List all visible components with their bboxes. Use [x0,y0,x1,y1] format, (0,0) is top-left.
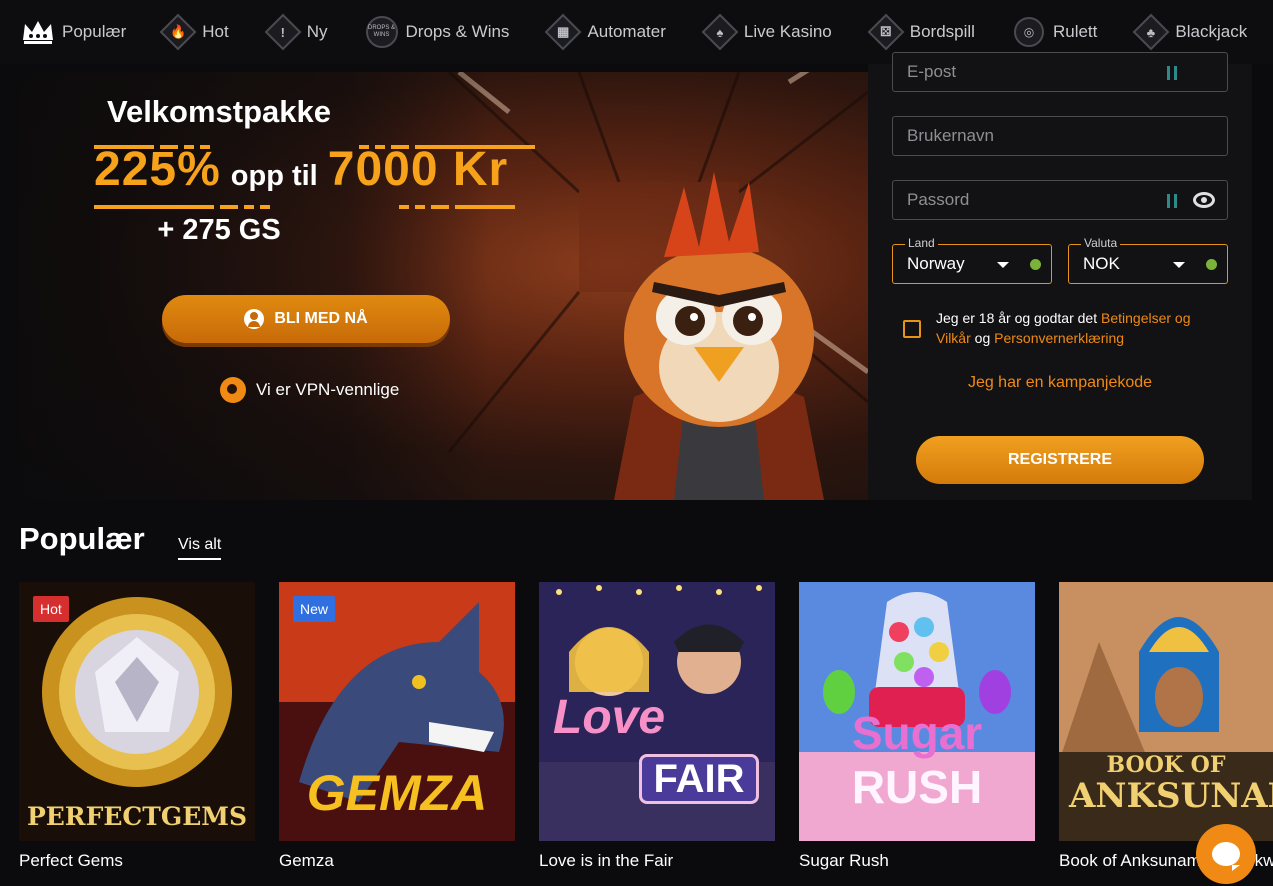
country-label: Land [905,236,938,250]
exclamation-icon: ! [264,13,302,51]
decor-dashes-right [359,136,541,149]
country-value: Norway [907,254,965,273]
currency-value: NOK [1083,254,1120,273]
nav-label: Blackjack [1175,22,1248,41]
chat-bubble-icon [1212,842,1240,871]
password-field[interactable]: Passord [892,180,1228,220]
join-now-label: BLI MED NÅ [274,310,368,327]
bonus-offer: 225% opp til 7000 Kr [94,142,508,197]
user-icon [244,309,265,329]
currency-select[interactable]: Valuta NOK [1068,236,1228,284]
nav-label: Populær [62,22,127,41]
chevron-down-icon [997,262,1009,268]
username-field[interactable]: Brukernavn [892,116,1228,156]
game-card-love-is-in-the-fair[interactable]: Love FAIR [539,582,775,841]
dice-icon: ⚄ [867,13,905,51]
bonus-mid-text: opp til [230,160,318,192]
mascot-bird-image [614,172,824,500]
nav-label: Automater [587,22,666,41]
roulette-icon: ◎ [1011,14,1047,50]
bonus-percent: 225% [94,143,221,196]
register-button[interactable]: REGISTRERE [916,436,1204,484]
nav-item-popular[interactable]: Populær [20,0,126,64]
join-now-button[interactable]: BLI MED NÅ [162,295,450,343]
globe-lock-icon [220,377,246,403]
nav-item-slots[interactable]: ▦ Automater [545,0,666,64]
welcome-title: Velkomstpakke [106,94,332,129]
game-name: Love is in the Fair [539,851,674,870]
currency-label: Valuta [1081,236,1121,250]
game-card-perfect-gems[interactable]: PERFECTGEMS Hot [19,582,255,841]
game-logo: Sugar [851,707,983,759]
decor-dashes-bottom [94,196,276,209]
game-card-gemza[interactable]: GEMZA New [279,582,515,841]
password-placeholder: Passord [907,190,970,209]
nav-item-live-casino[interactable]: ♠ Live Kasino [701,0,832,64]
nav-item-new[interactable]: ! Ny [264,0,328,64]
registration-form: E-post Brukernavn Passord Land Norway Va… [868,52,1252,500]
chat-button[interactable] [1196,824,1256,884]
hot-badge: Hot [33,596,69,622]
nav-label: Drops & Wins [405,22,510,41]
terms-checkbox[interactable] [903,320,921,338]
slot-machine-icon: ▦ [545,13,582,51]
game-logo: BOOK OF [1106,752,1226,778]
nav-label: Bordspill [909,22,975,41]
nav-item-drops-wins[interactable]: DROPS & WINS Drops & Wins [364,0,510,64]
nav-label: Hot [202,22,229,41]
valid-check-icon [1206,259,1217,270]
game-name: Perfect Gems [19,851,123,870]
nav-label: Live Kasino [743,22,832,41]
game-logo-title: ANKSUNAMUN [1069,776,1273,816]
username-placeholder: Brukernavn [907,126,994,145]
chevron-down-icon [1173,262,1185,268]
decor-dashes-bottom-right [399,196,521,209]
terms-text: Jeg er 18 år og godtar det Betingelser o… [936,308,1226,348]
game-logo: PERFECTGEMS [26,802,248,831]
game-name: Gemza [279,851,334,870]
game-logo-rush: RUSH [851,761,983,813]
bonus-amount: 7000 Kr [327,143,509,196]
new-badge: New [293,596,336,622]
nav-item-hot[interactable]: 🔥 Hot [159,0,229,64]
email-placeholder: E-post [907,62,957,81]
terms-prefix: Jeg er 18 år og godtar det [936,310,1098,326]
vpn-text: Vi er VPN-vennlige [256,380,400,399]
privacy-link[interactable]: Personvernerklæring [994,330,1124,346]
email-field[interactable]: E-post [892,52,1228,92]
show-password-icon[interactable] [1193,192,1215,208]
decor-dashes-top [94,136,216,149]
promo-code-link[interactable]: Jeg har en kampanjekode [868,374,1252,392]
hero-banner: Velkomstpakke 225% opp til 7000 Kr + 275… [19,72,868,500]
drops-wins-icon: DROPS & WINS [364,14,400,50]
game-logo-fair: FAIR [639,754,759,804]
terms-and: og [974,330,991,346]
game-logo: GEMZA [306,765,488,821]
game-card-book-of-anksunamun[interactable]: BOOK OF ANKSUNAMUN [1059,582,1273,841]
cards-icon: ♠ [701,13,739,51]
blackjack-icon: ♣ [1133,13,1170,51]
password-manager-icon [1167,66,1177,80]
password-manager-icon [1167,194,1177,208]
nav-label: Rulett [1052,22,1098,41]
country-select[interactable]: Land Norway [892,236,1052,284]
game-card-sugar-rush[interactable]: Sugar RUSH [799,582,1035,841]
nav-label: Ny [306,22,328,41]
flame-icon: 🔥 [159,13,197,51]
vpn-notice: Vi er VPN-vennlige [220,377,399,403]
game-logo: Love [553,691,666,744]
valid-check-icon [1030,259,1041,270]
game-name: Sugar Rush [799,851,889,870]
crown-icon [20,14,56,50]
free-spins: + 275 GS [157,214,281,246]
view-all-link[interactable]: Vis alt [178,536,222,560]
section-title: Populær [19,521,145,556]
